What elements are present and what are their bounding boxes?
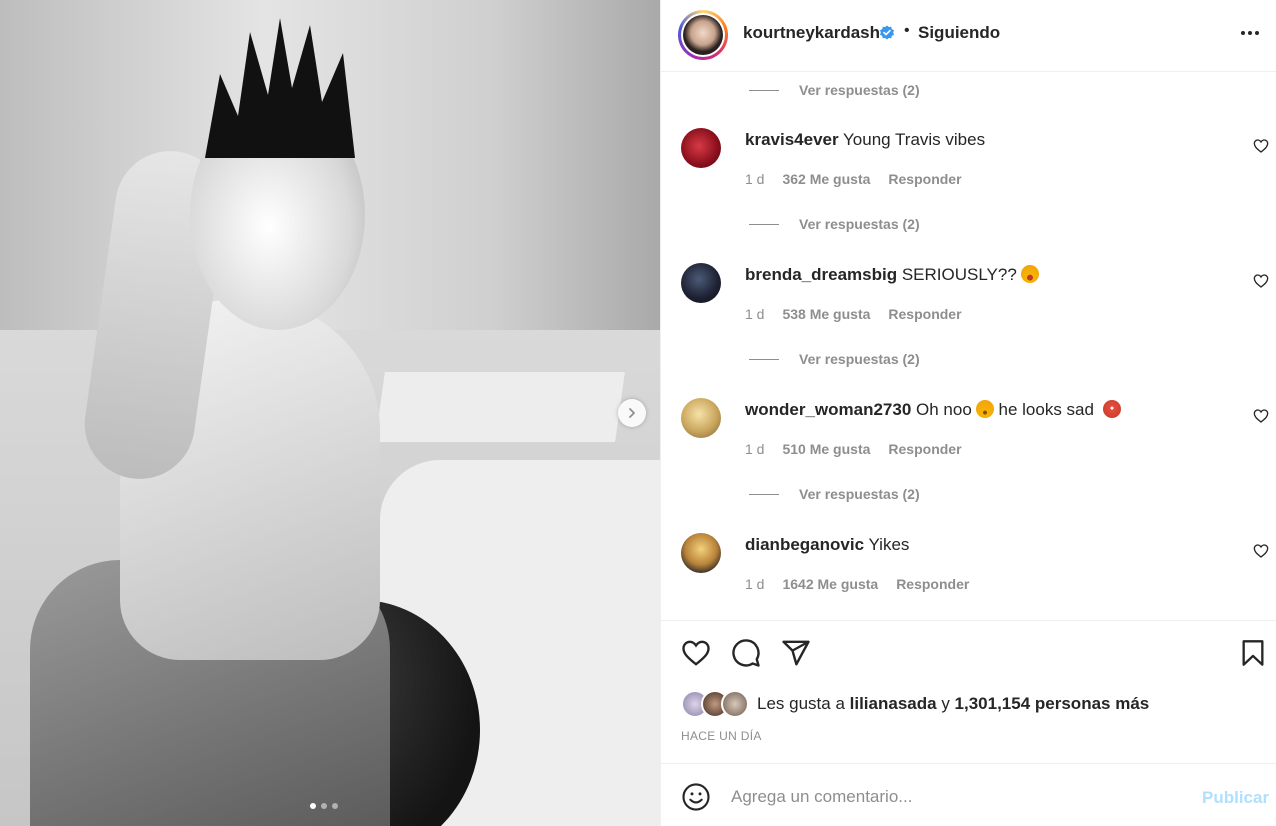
angry-emoji-icon <box>1102 400 1121 418</box>
carousel-dot <box>332 803 338 809</box>
comments-list[interactable]: Ver respuestas (2) kravis4ever Young Tra… <box>661 72 1276 620</box>
comment-item: wonder_woman2730 Oh noo he looks sad 1 d… <box>661 398 1276 518</box>
carousel-dot-active <box>310 803 316 809</box>
save-button[interactable] <box>1237 637 1269 669</box>
bookmark-icon <box>1242 640 1264 666</box>
carousel-next-button[interactable] <box>618 399 646 427</box>
liker-username[interactable]: lilianasada <box>850 694 937 713</box>
photo-bath-mat <box>375 372 625 442</box>
heart-icon[interactable] <box>1253 408 1269 424</box>
worried-emoji-icon <box>975 400 994 418</box>
share-button[interactable] <box>780 637 812 669</box>
post-header: kourtneykardash • Siguiendo <box>661 0 1276 72</box>
post-photo[interactable] <box>0 0 660 826</box>
likes-prefix: Les gusta a <box>757 694 845 713</box>
carousel-dot <box>321 803 327 809</box>
carousel-indicator <box>310 803 338 809</box>
reply-button[interactable]: Responder <box>888 441 961 457</box>
comment-item: dianbeganovic Yikes 1 d 1642 Me gusta Re… <box>661 533 1276 620</box>
like-button[interactable] <box>680 637 712 669</box>
view-replies-button[interactable]: Ver respuestas (2) <box>749 214 920 234</box>
publish-button[interactable]: Publicar <box>1202 788 1269 808</box>
comment-bubble-icon <box>732 639 760 667</box>
comment-time: 1 d <box>745 171 765 187</box>
post-timestamp[interactable]: HACE UN DÍA <box>681 729 762 743</box>
likes-count[interactable]: 1,301,154 personas más <box>955 694 1150 713</box>
comment-likes[interactable]: 362 Me gusta <box>782 171 870 187</box>
commenter-username[interactable]: brenda_dreamsbig <box>745 265 897 284</box>
comment-likes[interactable]: 1642 Me gusta <box>782 576 878 592</box>
commenter-username[interactable]: kravis4ever <box>745 130 839 149</box>
verified-badge-icon <box>880 25 894 40</box>
comment-item: kravis4ever Young Travis vibes 1 d 362 M… <box>661 128 1276 248</box>
commenter-avatar[interactable] <box>681 398 721 438</box>
commenter-avatar[interactable] <box>681 263 721 303</box>
view-replies-button[interactable]: Ver respuestas (2) <box>749 349 920 369</box>
comment-text: Oh noo <box>916 400 972 419</box>
following-button[interactable]: Siguiendo <box>918 23 1000 43</box>
heart-icon[interactable] <box>1253 543 1269 559</box>
commenter-username[interactable]: wonder_woman2730 <box>745 400 911 419</box>
heart-icon[interactable] <box>1253 273 1269 289</box>
author-username[interactable]: kourtneykardash <box>743 23 880 43</box>
comment-time: 1 d <box>745 306 765 322</box>
comment-text: SERIOUSLY?? <box>901 265 1017 284</box>
post-actions-bar <box>661 620 1276 686</box>
comment-likes[interactable]: 538 Me gusta <box>782 306 870 322</box>
liker-avatar[interactable] <box>721 690 749 718</box>
author-avatar-image <box>683 15 723 55</box>
add-comment-bar: Publicar <box>661 763 1276 826</box>
view-replies-button[interactable]: Ver respuestas (2) <box>749 484 920 504</box>
reply-button[interactable]: Responder <box>888 171 961 187</box>
post-side-panel: kourtneykardash • Siguiendo Ver respuest… <box>660 0 1276 826</box>
paper-plane-icon <box>782 640 810 666</box>
comment-text: Yikes <box>868 535 910 554</box>
reply-button[interactable]: Responder <box>888 306 961 322</box>
header-separator: • <box>904 22 910 39</box>
comment-time: 1 d <box>745 441 765 457</box>
commenter-avatar[interactable] <box>681 128 721 168</box>
more-horizontal-icon <box>1241 31 1259 35</box>
reply-button[interactable]: Responder <box>896 576 969 592</box>
view-replies-button[interactable]: Ver respuestas (2) <box>749 80 920 100</box>
comment-item: brenda_dreamsbig SERIOUSLY?? 1 d 538 Me … <box>661 263 1276 383</box>
comment-text-continued: he looks sad <box>993 400 1099 419</box>
likes-summary: Les gusta a lilianasada y 1,301,154 pers… <box>681 690 1149 718</box>
comment-time: 1 d <box>745 576 765 592</box>
comment-button[interactable] <box>730 637 762 669</box>
comment-text: Young Travis vibes <box>843 130 986 149</box>
heart-icon[interactable] <box>1253 138 1269 154</box>
comment-likes[interactable]: 510 Me gusta <box>782 441 870 457</box>
likes-conj: y <box>941 694 950 713</box>
comment-input[interactable] <box>731 784 1171 810</box>
more-options-button[interactable] <box>1239 22 1261 44</box>
commenter-username[interactable]: dianbeganovic <box>745 535 864 554</box>
smiley-icon[interactable] <box>681 782 711 812</box>
commenter-avatar[interactable] <box>681 533 721 573</box>
author-avatar[interactable] <box>678 10 728 60</box>
astonished-emoji-icon <box>1020 265 1039 283</box>
chevron-right-icon <box>629 408 635 418</box>
heart-icon <box>682 640 710 666</box>
